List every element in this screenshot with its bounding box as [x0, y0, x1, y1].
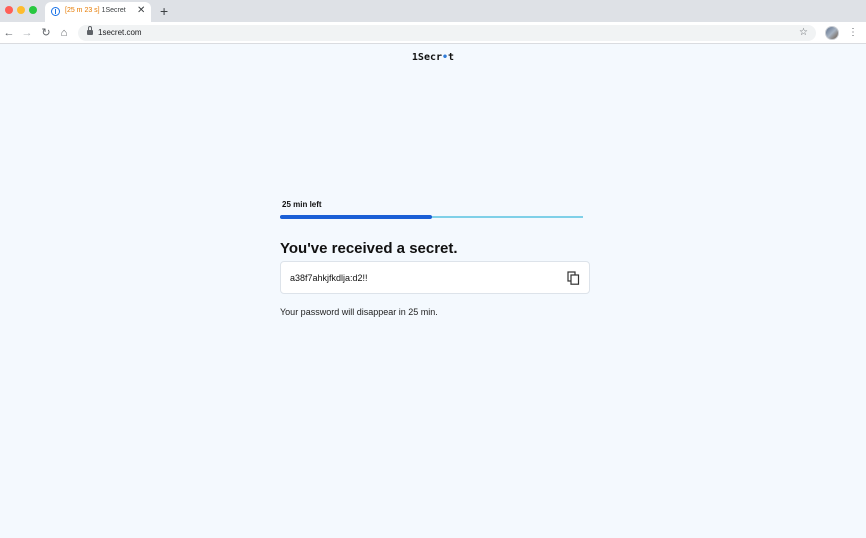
tab-timer: [25 m 23 s]: [65, 7, 100, 14]
tab-title: [25 m 23 s] 1Secret: [65, 7, 126, 14]
minimize-window-button[interactable]: [17, 6, 25, 14]
maximize-window-button[interactable]: [29, 6, 37, 14]
secret-value[interactable]: a38f7ahkjfkdlja:d2!!: [290, 273, 368, 283]
progress-fill: [280, 215, 432, 219]
address-bar[interactable]: 1secret.com ☆: [78, 25, 816, 41]
close-tab-icon[interactable]: ✕: [137, 5, 145, 17]
new-tab-button[interactable]: +: [160, 3, 168, 19]
secret-field[interactable]: a38f7ahkjfkdlja:d2!!: [280, 261, 590, 294]
lock-icon[interactable]: [87, 26, 93, 35]
star-icon[interactable]: ☆: [799, 26, 808, 40]
logo-text-suffix: t: [448, 52, 455, 63]
menu-dots-icon[interactable]: ⋮: [848, 26, 858, 40]
expiry-note: Your password will disappear in 25 min.: [280, 307, 438, 317]
copy-icon[interactable]: [567, 271, 580, 285]
reload-icon[interactable]: ↻: [40, 26, 52, 40]
close-window-button[interactable]: [5, 6, 13, 14]
browser-tab[interactable]: [25 m 23 s] 1Secret ✕: [45, 2, 151, 22]
avatar[interactable]: [825, 26, 839, 40]
forward-arrow-icon[interactable]: →: [21, 26, 33, 40]
page-title: You've received a secret.: [280, 240, 458, 257]
site-logo[interactable]: 1Secr•t: [0, 52, 866, 63]
logo-text-prefix: 1Secr: [411, 52, 443, 63]
info-icon: [51, 7, 60, 16]
browser-toolbar: ← → ↻ ⌂ 1secret.com ☆ ⋮: [0, 22, 866, 44]
tab-strip: [25 m 23 s] 1Secret ✕ +: [0, 0, 866, 22]
back-arrow-icon[interactable]: ←: [3, 26, 15, 40]
url-text[interactable]: 1secret.com: [98, 28, 142, 37]
tab-site-name: 1Secret: [101, 7, 126, 14]
time-left-label: 25 min left: [282, 200, 322, 209]
home-icon[interactable]: ⌂: [58, 26, 70, 40]
